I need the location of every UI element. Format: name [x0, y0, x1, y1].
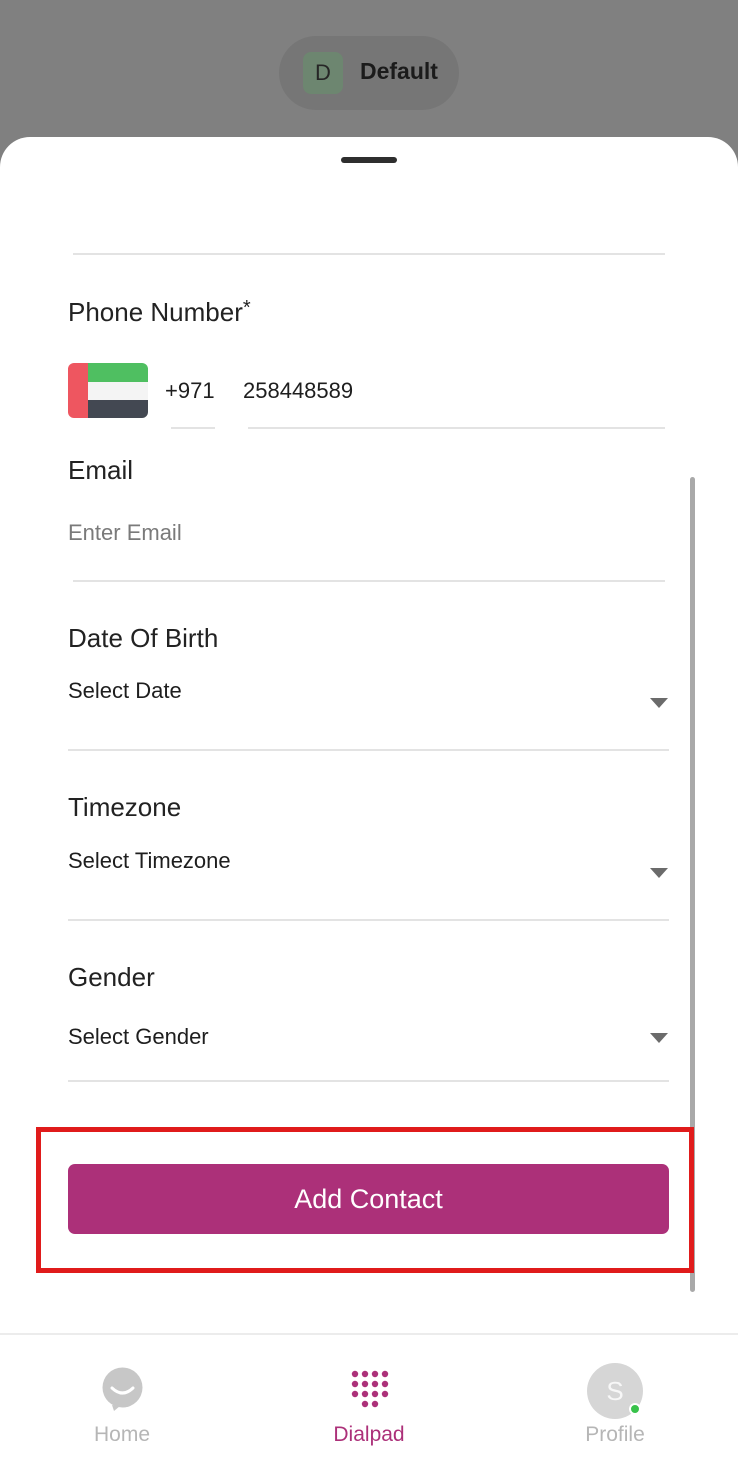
online-status-dot — [629, 1403, 641, 1415]
date-of-birth-underline — [68, 749, 669, 751]
phone-number-underline — [248, 427, 665, 429]
timezone-select[interactable]: Select Timezone — [68, 848, 231, 874]
gender-underline — [68, 1080, 669, 1082]
home-icon — [102, 1367, 143, 1411]
drag-handle[interactable] — [341, 157, 397, 163]
timezone-underline — [68, 919, 669, 921]
gender-select[interactable]: Select Gender — [68, 1024, 209, 1050]
country-code[interactable]: +971 — [165, 378, 215, 404]
email-underline — [73, 580, 665, 582]
nav-profile[interactable]: S Profile — [535, 1335, 695, 1461]
chevron-down-icon[interactable] — [650, 698, 668, 708]
dimmed-background: D Default — [0, 0, 738, 160]
nav-dialpad[interactable]: Dialpad — [289, 1335, 449, 1461]
account-switcher[interactable]: D Default — [279, 36, 459, 110]
previous-field-underline — [73, 253, 665, 255]
required-mark: * — [242, 297, 251, 319]
email-label: Email — [68, 455, 134, 485]
account-avatar: D — [303, 52, 343, 94]
add-contact-sheet: Phone Number* +971 258448589 Email Enter… — [0, 137, 738, 1461]
nav-home[interactable]: Home — [42, 1335, 202, 1461]
date-of-birth-select[interactable]: Select Date — [68, 678, 182, 704]
chevron-down-icon[interactable] — [650, 868, 668, 878]
phone-number-label-text: Phone Number — [68, 297, 243, 327]
gender-label: Gender — [68, 962, 155, 992]
uae-flag-icon[interactable] — [68, 363, 148, 418]
timezone-label: Timezone — [68, 792, 182, 822]
country-code-underline — [171, 427, 215, 429]
account-name: Default — [360, 58, 438, 84]
nav-home-label: Home — [93, 1423, 151, 1446]
nav-dialpad-label: Dialpad — [333, 1423, 405, 1446]
add-contact-button[interactable]: Add Contact — [68, 1164, 669, 1234]
bottom-navigation: Home Dialpad S Profile — [0, 1333, 738, 1461]
nav-profile-label: Profile — [585, 1423, 645, 1446]
chevron-down-icon[interactable] — [650, 1033, 668, 1043]
email-input[interactable]: Enter Email — [68, 520, 182, 546]
phone-number-input[interactable]: 258448589 — [243, 378, 353, 404]
phone-number-label: Phone Number* — [68, 297, 251, 328]
date-of-birth-label: Date Of Birth — [68, 623, 219, 653]
dialpad-icon — [351, 1370, 389, 1408]
